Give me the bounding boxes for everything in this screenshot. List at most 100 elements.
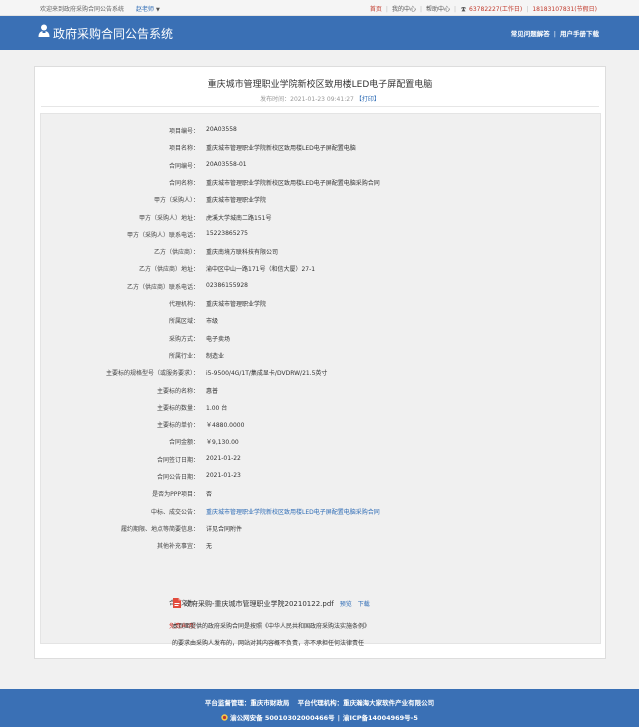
police-badge-icon: [221, 714, 228, 721]
award-notice-link[interactable]: 重庆城市管理职业学院新校区致用楼LED电子屏配置电脑采购合同: [206, 507, 380, 516]
field-row: 采购方式： 电子卖场: [41, 334, 600, 348]
phone-holiday: 18183107831(节假日): [532, 6, 597, 13]
publish-time: 2021-01-23 09:41:27: [290, 96, 354, 103]
field-value: 1.00 台: [206, 404, 228, 412]
header-nav: 常见问题解答 | 用户手册下载: [511, 28, 599, 38]
field-label: 乙方（供应商）联系电话：: [126, 283, 199, 291]
attachment-row: 合同文件： 政府采购-重庆城市管理职业学院20210122.pdf 预览 下载: [41, 598, 600, 612]
divider: [41, 106, 599, 107]
contract-info-box: 项目编号： 20A03558 项目名称： 重庆城市管理职业学院新校区致用楼LED电子屏…: [40, 113, 601, 647]
field-label: 乙方（供应商）地址：: [138, 266, 199, 274]
footer-icp[interactable]: 渝ICP备14004969号-5: [343, 714, 418, 722]
field-row: 乙方（供应商）地址： 渝中区中山一路171号（和信大厦）27-1: [41, 264, 600, 278]
divider: |: [419, 6, 422, 13]
attachment-file: 政府采购-重庆城市管理职业学院20210122.pdf 预览 下载: [173, 598, 370, 609]
page-title: 重庆城市管理职业学院新校区致用楼LED电子屏配置电脑: [207, 80, 433, 90]
field-row: 项目编号： 20A03558: [41, 126, 600, 140]
preview-link[interactable]: 预览: [340, 601, 352, 608]
field-label: 合同金额：: [168, 439, 199, 447]
field-value: 重庆城市管理职业学院: [206, 301, 267, 308]
phone-workday: 63782227(工作日): [469, 6, 523, 13]
home-link[interactable]: 首页: [370, 6, 382, 13]
field-label: 项目名称：: [168, 145, 199, 153]
field-value: 2021-01-22: [206, 454, 241, 462]
field-value: 重庆城市管理职业学院新校区致用楼LED电子屏配置电脑采购合同: [206, 179, 380, 187]
field-value: ￥4880.0000: [206, 422, 245, 430]
divider: |: [553, 30, 556, 38]
field-label: 甲方（采购人）：: [153, 197, 199, 205]
field-label: 其他补充事宜：: [156, 543, 199, 551]
manual-download-link[interactable]: 用户手册下载: [560, 30, 599, 38]
field-label: 中标、成交公告：: [150, 508, 199, 516]
field-value: 20A03558: [206, 126, 237, 133]
field-label: 合同公告日期：: [156, 474, 199, 481]
field-label: 主要标的规格型号（或服务要求）：: [105, 370, 199, 378]
field-value: 重庆城市管理职业学院: [206, 197, 267, 205]
help-center-link[interactable]: 帮助中心: [426, 6, 450, 13]
field-label: 甲方（采购人）联系电话：: [126, 231, 199, 239]
field-value: 惠普: [206, 387, 219, 395]
field-row: 代理机构： 重庆城市管理职业学院: [41, 299, 600, 313]
disclaimer-text-2: 的要求由采购人发布的，网站对其内容概不负责，亦不承担任何法律责任: [172, 640, 365, 647]
user-icon: [38, 24, 50, 37]
attachment-filename[interactable]: 政府采购-重庆城市管理职业学院20210122.pdf: [184, 600, 334, 608]
field-row: 主要标的单价： ￥4880.0000: [41, 420, 600, 434]
user-menu[interactable]: 赵老师 ▼: [136, 4, 160, 13]
site-title: 政府采购合同公告系统: [53, 27, 174, 41]
field-value: 15223865275: [206, 229, 248, 237]
field-row: 履约期限、地点等简要信息： 详见合同附件: [41, 524, 600, 538]
field-row: 主要标的名称： 惠普: [41, 386, 600, 400]
field-value: 重庆城市管理职业学院新校区致用楼LED电子屏配置电脑: [206, 145, 356, 153]
field-value: 详见合同附件: [206, 525, 243, 533]
footer-line-2: 渝公网安备 50010302000466号 | 渝ICP备14004969号-5: [0, 712, 639, 722]
field-row: 合同编号： 20A03558-01: [41, 161, 600, 175]
chevron-down-icon[interactable]: ▼: [156, 7, 160, 13]
field-label: 代理机构：: [168, 301, 199, 308]
top-links: 首页 | 我的中心 | 帮助中心 | 63782227(工作日) | 18183107831(节…: [370, 4, 597, 13]
field-row: 甲方（采购人）联系电话： 15223865275: [41, 230, 600, 244]
field-row: 乙方（供应商）联系电话： 02386155928: [41, 282, 600, 296]
divider: |: [454, 6, 457, 13]
field-value: 制造业: [206, 352, 225, 360]
field-label: 所属区域：: [168, 318, 199, 326]
my-center-link[interactable]: 我的中心: [392, 6, 416, 13]
contract-panel: 重庆城市管理职业学院新校区致用楼LED电子屏配置电脑 发布时间：2021-01-…: [34, 66, 606, 659]
field-label: 主要标的数量：: [156, 404, 199, 412]
field-label: 合同名称：: [168, 179, 199, 187]
pdf-icon: [173, 598, 181, 608]
download-link[interactable]: 下载: [358, 601, 370, 608]
field-row: 甲方（采购人）地址： 虎溪大学城南二路151号: [41, 213, 600, 227]
publish-meta: 发布时间：2021-01-23 09:41:27 【打印】: [35, 94, 605, 103]
field-value: ￥9,130.00: [206, 439, 239, 447]
phone-icon: [460, 7, 467, 12]
field-value: 02386155928: [206, 281, 248, 289]
field-row: 甲方（采购人）： 重庆城市管理职业学院: [41, 195, 600, 209]
print-link[interactable]: 【打印】: [356, 96, 380, 103]
field-row: 合同公告日期： 2021-01-23: [41, 472, 600, 486]
field-label: 所属行业：: [168, 352, 199, 360]
field-row: 是否为PPP项目： 否: [41, 489, 600, 503]
field-value: 无: [206, 543, 213, 551]
footer-line-1: 平台监督管理：重庆市财政局 平台代理机构：重庆瀚海大家软件产业有限公司: [0, 697, 639, 707]
field-row: 所属行业： 制造业: [41, 351, 600, 365]
welcome-text: 欢迎来到政府采购合同公告系统: [40, 6, 125, 13]
footer-operator: 平台代理机构：重庆瀚海大家软件产业有限公司: [297, 699, 435, 707]
disclaimer-text-1: 本页面提供的政府采购合同是按照《中华人民共和国政府采购法实施条例》: [172, 623, 371, 630]
field-row: 主要标的数量： 1.00 台: [41, 403, 600, 417]
field-value: 重庆南境方联科技有限公司: [206, 249, 279, 257]
field-label: 履约期限、地点等简要信息：: [120, 525, 199, 533]
faq-link[interactable]: 常见问题解答: [511, 30, 550, 38]
disclaimer-row-2: 的要求由采购人发布的，网站对其内容概不负责，亦不承担任何法律责任: [41, 638, 600, 652]
field-value: 20A03558-01: [206, 160, 247, 168]
field-label: 甲方（采购人）地址：: [138, 214, 199, 222]
field-value: 否: [206, 491, 213, 499]
field-row: 中标、成交公告： 重庆城市管理职业学院新校区致用楼LED电子屏配置电脑采购合同: [41, 507, 600, 521]
divider: |: [385, 6, 388, 13]
field-value: i5-9500/4G/1T/集成显卡/DVDRW/21.5英寸: [206, 370, 328, 378]
divider: |: [337, 714, 341, 722]
user-name[interactable]: 赵老师: [136, 6, 154, 13]
field-row: 主要标的规格型号（或服务要求）： i5-9500/4G/1T/集成显卡/DVDRW…: [41, 368, 600, 382]
field-row: 项目名称： 重庆城市管理职业学院新校区致用楼LED电子屏配置电脑: [41, 143, 600, 157]
footer-police-record[interactable]: 渝公网安备 50010302000466号: [230, 714, 335, 722]
